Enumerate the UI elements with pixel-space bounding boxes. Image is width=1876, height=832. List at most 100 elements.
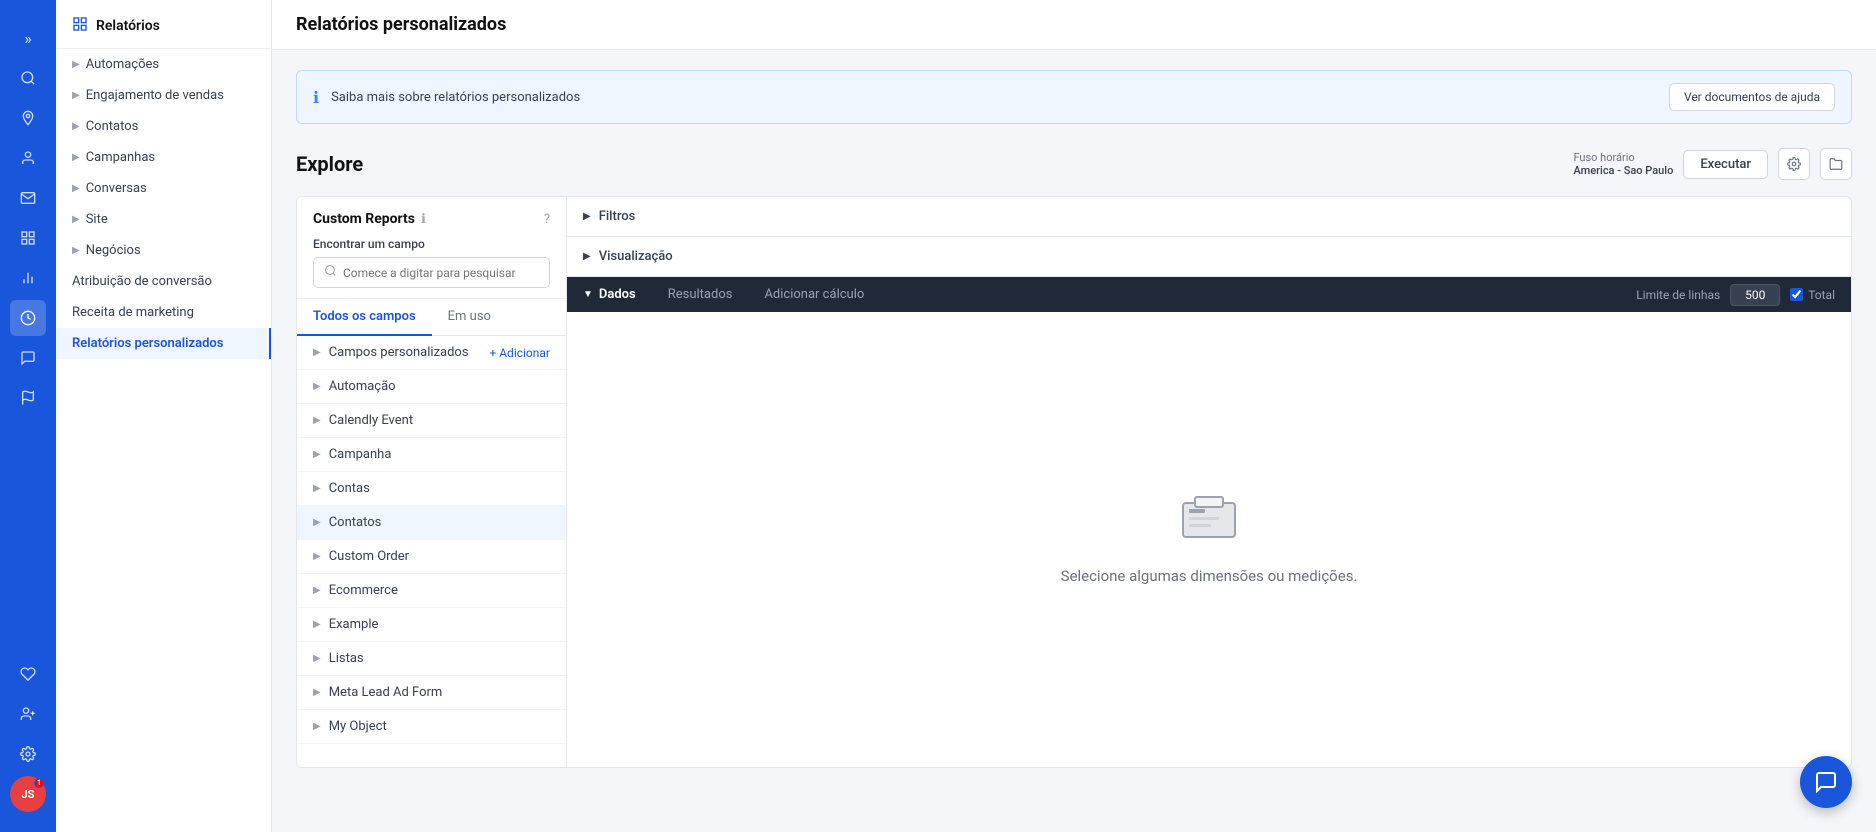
- field-group-label: Listas: [329, 651, 364, 666]
- field-group-label: Campos personalizados: [329, 345, 469, 360]
- execute-button[interactable]: Executar: [1683, 150, 1768, 179]
- chevron-icon: ▶: [313, 517, 321, 528]
- expand-icon[interactable]: »: [10, 20, 46, 56]
- data-tab-resultados[interactable]: Resultados: [652, 277, 749, 312]
- field-group-label: Automação: [329, 379, 396, 394]
- field-group-campos-personalizados[interactable]: ▶ Campos personalizados + Adicionar: [297, 336, 566, 370]
- sidebar-item-label: Relatórios personalizados: [72, 336, 223, 351]
- chevron-icon: ▶: [313, 585, 321, 596]
- results-tab-label: Resultados: [668, 287, 733, 302]
- avatar-icon[interactable]: JS 1: [10, 776, 46, 812]
- panel-info-icon[interactable]: ℹ: [421, 212, 426, 227]
- mail-icon[interactable]: [10, 180, 46, 216]
- clock-icon[interactable]: [10, 300, 46, 336]
- sidebar-item-label: Campanhas: [86, 150, 155, 165]
- field-group-contas[interactable]: ▶ Contas: [297, 472, 566, 506]
- visualization-label: Visualização: [599, 249, 673, 264]
- pin-icon[interactable]: [10, 100, 46, 136]
- timezone-value: America - Sao Paulo: [1573, 164, 1673, 177]
- search-icon: [324, 264, 337, 281]
- field-group-custom-order[interactable]: ▶ Custom Order: [297, 540, 566, 574]
- add-link[interactable]: + Adicionar: [489, 346, 550, 360]
- settings-icon[interactable]: [10, 736, 46, 772]
- field-group-contatos[interactable]: ▶ Contatos: [297, 506, 566, 540]
- sidebar-header: Relatórios: [56, 0, 271, 49]
- left-panel-header: Custom Reports ℹ ? Encontrar um campo: [297, 197, 566, 299]
- tabs: Todos os campos Em uso: [297, 299, 566, 336]
- total-checkbox[interactable]: Total: [1790, 288, 1835, 302]
- search-icon[interactable]: [10, 60, 46, 96]
- search-input[interactable]: [343, 266, 539, 280]
- field-group-ecommerce[interactable]: ▶ Ecommerce: [297, 574, 566, 608]
- add-calc-label: Adicionar cálculo: [764, 287, 864, 302]
- right-panel: ▶ Filtros ▶ Visualização ▼ Dados Resulta…: [567, 197, 1851, 767]
- bar-chart-icon[interactable]: [10, 260, 46, 296]
- sidebar-item-campanhas[interactable]: ▶ Campanhas: [56, 142, 271, 173]
- field-group-label: Ecommerce: [329, 583, 398, 598]
- help-docs-button[interactable]: Ver documentos de ajuda: [1669, 83, 1835, 111]
- sidebar-item-atribuicao[interactable]: Atribuição de conversão: [56, 266, 271, 297]
- sidebar-item-automacoes[interactable]: ▶ Automações: [56, 49, 271, 80]
- tab-all-fields[interactable]: Todos os campos: [297, 299, 432, 336]
- grid-icon[interactable]: [10, 220, 46, 256]
- chevron-icon: ▶: [313, 483, 321, 494]
- chat-bubble[interactable]: [1800, 756, 1852, 808]
- data-tab-calculo[interactable]: Adicionar cálculo: [748, 277, 880, 312]
- chevron-icon: ▶: [72, 152, 80, 163]
- sidebar-item-label: Automações: [86, 57, 159, 72]
- field-group-label: Meta Lead Ad Form: [329, 685, 443, 700]
- sidebar-item-label: Conversas: [86, 181, 147, 196]
- info-banner-text: Saiba mais sobre relatórios personalizad…: [331, 90, 1657, 105]
- left-panel: Custom Reports ℹ ? Encontrar um campo: [297, 197, 567, 767]
- data-tab-dados[interactable]: ▼ Dados: [567, 277, 652, 312]
- flag-icon[interactable]: [10, 380, 46, 416]
- sidebar-item-negocios[interactable]: ▶ Negócios: [56, 235, 271, 266]
- chevron-icon: ▶: [72, 59, 80, 70]
- field-group-my-object[interactable]: ▶ My Object: [297, 710, 566, 744]
- explore-title: Explore: [296, 152, 363, 176]
- field-group-label: Campanha: [329, 447, 392, 462]
- sidebar-item-contatos[interactable]: ▶ Contatos: [56, 111, 271, 142]
- find-field-label: Encontrar um campo: [313, 237, 550, 251]
- field-group-label: Custom Order: [329, 549, 409, 564]
- field-group-campanha[interactable]: ▶ Campanha: [297, 438, 566, 472]
- sidebar-item-site[interactable]: ▶ Site: [56, 204, 271, 235]
- field-group-label: Contas: [329, 481, 370, 496]
- field-group-automacao[interactable]: ▶ Automação: [297, 370, 566, 404]
- chat-icon[interactable]: [10, 340, 46, 376]
- heart-icon[interactable]: [10, 656, 46, 692]
- sidebar-item-relatorios-personalizados[interactable]: Relatórios personalizados: [56, 328, 271, 359]
- notification-badge: 1: [34, 778, 44, 788]
- line-limit-label: Limite de linhas: [1636, 288, 1720, 302]
- filters-row[interactable]: ▶ Filtros: [567, 197, 1851, 237]
- sidebar-item-engajamento[interactable]: ▶ Engajamento de vendas: [56, 80, 271, 111]
- chevron-icon: ▶: [313, 687, 321, 698]
- field-group-listas[interactable]: ▶ Listas: [297, 642, 566, 676]
- tab-in-use[interactable]: Em uso: [432, 299, 507, 336]
- topbar: Relatórios personalizados: [272, 0, 1876, 50]
- total-checkbox-input[interactable]: [1790, 288, 1803, 301]
- content-area: ℹ Saiba mais sobre relatórios personaliz…: [272, 50, 1876, 832]
- chevron-icon: ▶: [313, 653, 321, 664]
- total-label: Total: [1808, 288, 1835, 302]
- sidebar-item-label: Engajamento de vendas: [86, 88, 224, 103]
- field-group-label: Contatos: [329, 515, 382, 530]
- field-group-calendly[interactable]: ▶ Calendly Event: [297, 404, 566, 438]
- settings-button[interactable]: [1778, 148, 1810, 180]
- sidebar-item-label: Contatos: [86, 119, 139, 134]
- visualization-row[interactable]: ▶ Visualização: [567, 237, 1851, 277]
- panel-question-icon[interactable]: ?: [544, 212, 550, 227]
- folder-button[interactable]: [1820, 148, 1852, 180]
- person-icon[interactable]: [10, 140, 46, 176]
- chevron-icon: ▶: [313, 619, 321, 630]
- chevron-icon: ▶: [72, 214, 80, 225]
- sidebar-item-conversas[interactable]: ▶ Conversas: [56, 173, 271, 204]
- add-user-icon[interactable]: [10, 696, 46, 732]
- sidebar-item-receita[interactable]: Receita de marketing: [56, 297, 271, 328]
- chevron-icon: ▶: [313, 449, 321, 460]
- line-limit-input[interactable]: [1730, 284, 1780, 306]
- timezone-info: Fuso horário America - Sao Paulo: [1573, 151, 1673, 177]
- explore-actions: Fuso horário America - Sao Paulo Executa…: [1573, 148, 1852, 180]
- field-group-example[interactable]: ▶ Example: [297, 608, 566, 642]
- field-group-meta-lead[interactable]: ▶ Meta Lead Ad Form: [297, 676, 566, 710]
